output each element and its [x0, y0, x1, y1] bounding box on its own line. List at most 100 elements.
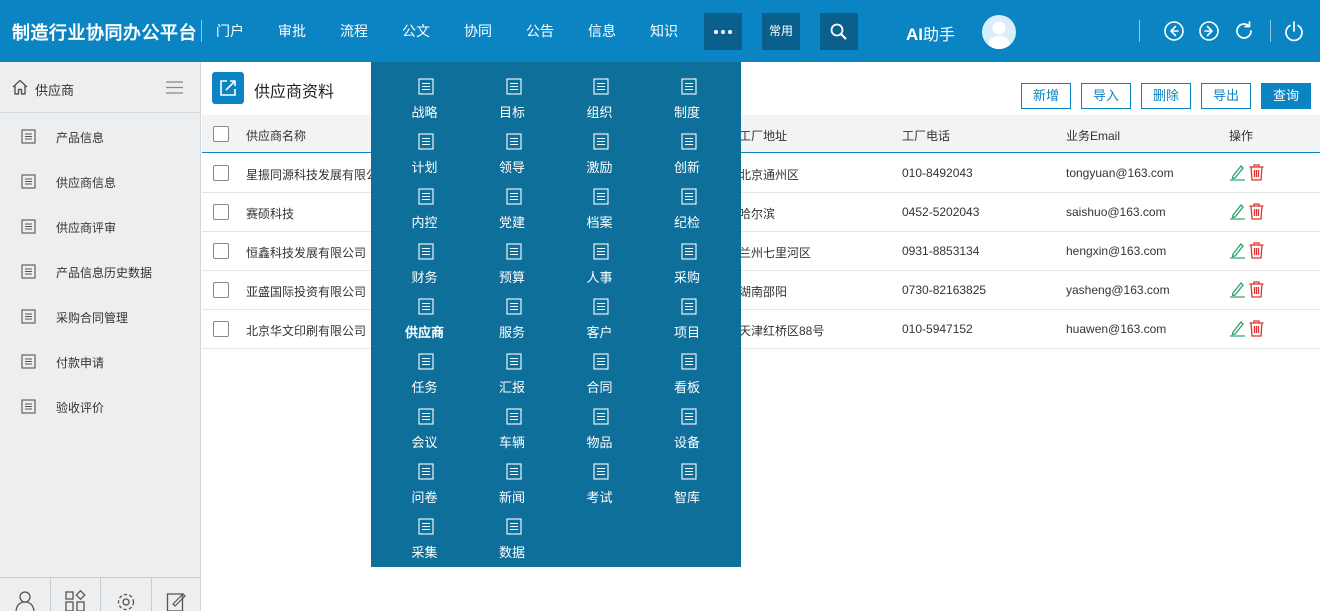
menu-item[interactable]: 看板 — [644, 337, 731, 395]
menu-item[interactable]: 客户 — [556, 282, 643, 340]
edit-icon[interactable] — [1229, 202, 1246, 220]
power-icon[interactable] — [1282, 19, 1306, 43]
trash-icon[interactable] — [1248, 163, 1265, 181]
row-checkbox[interactable] — [213, 282, 229, 298]
factory-address: 北京通州区 — [739, 168, 800, 182]
nav-workflow[interactable]: 流程 — [340, 0, 402, 62]
table-row[interactable]: 赛硕科技 哈尔滨 0452-5202043 saishuo@163.com — [202, 193, 1320, 232]
edit-icon[interactable] — [1229, 163, 1246, 181]
sidebar-item-product-info[interactable]: 产品信息 — [0, 114, 200, 159]
menu-item-label: 采集 — [411, 545, 438, 560]
menu-item[interactable]: 组织 — [556, 62, 643, 120]
sidebar-footer — [0, 577, 201, 611]
menu-item[interactable]: 档案 — [556, 172, 643, 230]
document-icon — [21, 219, 36, 234]
menu-item[interactable]: 考试 — [556, 447, 643, 505]
menu-item[interactable]: 问卷 — [381, 447, 468, 505]
menu-item[interactable]: 汇报 — [469, 337, 556, 395]
menu-item[interactable]: 财务 — [381, 227, 468, 285]
document-icon — [418, 133, 434, 150]
sidebar-footer-settings[interactable] — [101, 578, 152, 611]
menu-item[interactable]: 激励 — [556, 117, 643, 175]
menu-item[interactable]: 会议 — [381, 392, 468, 450]
sidebar-item-product-history[interactable]: 产品信息历史数据 — [0, 249, 200, 294]
nav-collaboration[interactable]: 协同 — [464, 0, 526, 62]
nav-information[interactable]: 信息 — [588, 0, 650, 62]
menu-item[interactable]: 预算 — [469, 227, 556, 285]
menu-item[interactable]: 战略 — [381, 62, 468, 120]
menu-item[interactable]: 创新 — [644, 117, 731, 175]
trash-icon[interactable] — [1248, 319, 1265, 337]
document-icon — [21, 309, 36, 324]
menu-item[interactable]: 计划 — [381, 117, 468, 175]
menu-item[interactable]: 新闻 — [469, 447, 556, 505]
sidebar-footer-apps[interactable] — [51, 578, 101, 611]
nav-portal[interactable]: 门户 — [216, 0, 278, 62]
add-button[interactable]: 新增 — [1021, 83, 1071, 109]
row-checkbox[interactable] — [213, 204, 229, 220]
common-button[interactable]: 常用 — [762, 13, 800, 50]
forward-icon[interactable] — [1197, 19, 1221, 43]
edit-icon[interactable] — [1229, 319, 1246, 337]
menu-item[interactable]: 智库 — [644, 447, 731, 505]
menu-item[interactable]: 服务 — [469, 282, 556, 340]
menu-item[interactable]: 合同 — [556, 337, 643, 395]
row-checkbox[interactable] — [213, 321, 229, 337]
menu-item[interactable]: 党建 — [469, 172, 556, 230]
edit-icon[interactable] — [1229, 280, 1246, 298]
row-checkbox[interactable] — [213, 243, 229, 259]
menu-item-label: 数据 — [498, 545, 525, 560]
sidebar-item-acceptance-evaluation[interactable]: 验收评价 — [0, 384, 200, 429]
menu-item[interactable]: 采集 — [381, 502, 468, 560]
menu-item[interactable]: 采购 — [644, 227, 731, 285]
sidebar-item-supplier-review[interactable]: 供应商评审 — [0, 204, 200, 249]
document-icon — [593, 353, 609, 370]
sidebar-item-purchase-contract[interactable]: 采购合同管理 — [0, 294, 200, 339]
menu-item[interactable]: 人事 — [556, 227, 643, 285]
nav-announcement[interactable]: 公告 — [526, 0, 588, 62]
hamburger-icon[interactable] — [166, 81, 183, 94]
sidebar-item-payment-request[interactable]: 付款申请 — [0, 339, 200, 384]
nav-approval[interactable]: 审批 — [278, 0, 340, 62]
table-row[interactable]: 北京华文印刷有限公司 天津红桥区88号 010-5947152 huawen@1… — [202, 310, 1320, 349]
sidebar-footer-user[interactable] — [0, 578, 51, 611]
menu-item[interactable]: 物品 — [556, 392, 643, 450]
search-button[interactable] — [820, 13, 858, 50]
menu-item[interactable]: 任务 — [381, 337, 468, 395]
avatar[interactable] — [982, 15, 1016, 49]
menu-item[interactable]: 车辆 — [469, 392, 556, 450]
nav-document[interactable]: 公文 — [402, 0, 464, 62]
table-row[interactable]: 亚盛国际投资有限公司 湖南邵阳 0730-82163825 yasheng@16… — [202, 271, 1320, 310]
more-menu-button[interactable] — [704, 13, 742, 50]
home-icon[interactable] — [11, 78, 29, 96]
menu-item[interactable]: 内控 — [381, 172, 468, 230]
refresh-icon[interactable] — [1232, 19, 1256, 43]
query-button[interactable]: 查询 — [1261, 83, 1311, 109]
back-icon[interactable] — [1162, 19, 1186, 43]
table-row[interactable]: 恒鑫科技发展有限公司 兰州七里河区 0931-8853134 hengxin@1… — [202, 232, 1320, 271]
row-checkbox[interactable] — [213, 165, 229, 181]
table-row[interactable]: 星振同源科技发展有限公司 北京通州区 010-8492043 tongyuan@… — [202, 154, 1320, 193]
menu-item[interactable]: 制度 — [644, 62, 731, 120]
menu-item[interactable]: 领导 — [469, 117, 556, 175]
trash-icon[interactable] — [1248, 241, 1265, 259]
menu-item[interactable]: 设备 — [644, 392, 731, 450]
export-button[interactable]: 导出 — [1201, 83, 1251, 109]
menu-item[interactable]: 供应商 — [381, 282, 468, 340]
sidebar-item-label: 供应商评审 — [56, 221, 117, 235]
nav-knowledge[interactable]: 知识 — [650, 0, 712, 62]
menu-item[interactable]: 数据 — [469, 502, 556, 560]
edit-icon[interactable] — [1229, 241, 1246, 259]
sidebar-item-supplier-info[interactable]: 供应商信息 — [0, 159, 200, 204]
document-icon — [21, 399, 36, 414]
sidebar-footer-edit[interactable] — [152, 578, 202, 611]
import-button[interactable]: 导入 — [1081, 83, 1131, 109]
trash-icon[interactable] — [1248, 202, 1265, 220]
ai-assistant[interactable]: AI助手 — [906, 21, 955, 45]
menu-item[interactable]: 纪检 — [644, 172, 731, 230]
menu-item[interactable]: 目标 — [469, 62, 556, 120]
delete-button[interactable]: 删除 — [1141, 83, 1191, 109]
select-all-checkbox[interactable] — [213, 126, 229, 142]
menu-item[interactable]: 项目 — [644, 282, 731, 340]
trash-icon[interactable] — [1248, 280, 1265, 298]
